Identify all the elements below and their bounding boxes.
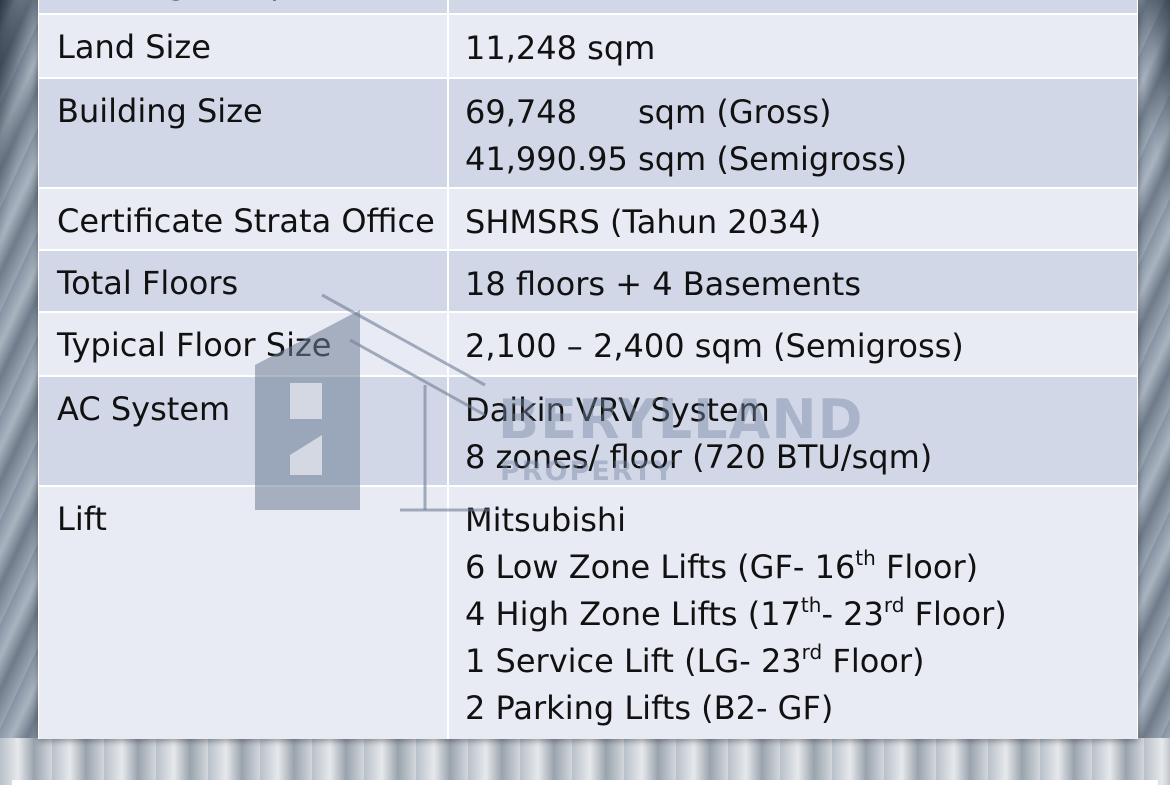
row-value: Mitsubishi 6 Low Zone Lifts (GF- 16th Fl… [465,501,1007,727]
row-value: 69,748 sqm (Gross) 41,990.95 sqm (Semigr… [465,93,908,178]
row-value: 11,248 sqm [465,29,656,67]
background-floor [0,738,1170,785]
watermark-brand: BERYLLAND [498,388,864,451]
row-label: Building Completion [39,0,449,13]
row-label: Typical Floor Size [39,313,449,375]
row-label: AC System [39,377,449,485]
table-row: Building Size 69,748 sqm (Gross) 41,990.… [39,79,1137,189]
bottom-strip [12,780,1158,785]
building-spec-table: Building Completion 2024 Land Size 11,24… [38,0,1138,739]
table-row: Lift Mitsubishi 6 Low Zone Lifts (GF- 16… [39,487,1137,739]
table-row: Certificate Strata Office SHMSRS (Tahun … [39,189,1137,251]
row-value: SHMSRS (Tahun 2034) [465,203,822,241]
table-row: Total Floors 18 floors + 4 Basements [39,251,1137,313]
row-label: Land Size [39,15,449,77]
row-label: Building Size [39,79,449,187]
watermark-sub: PROPERTY [500,456,676,487]
table-row: Building Completion 2024 [39,0,1137,15]
row-value: 18 floors + 4 Basements [465,265,861,303]
row-label: Total Floors [39,251,449,311]
table-row: Land Size 11,248 sqm [39,15,1137,79]
row-label: Certificate Strata Office [39,189,449,249]
row-value: 2024 [449,0,1137,13]
row-value: 2,100 – 2,400 sqm (Semigross) [465,327,964,365]
table-row: Typical Floor Size 2,100 – 2,400 sqm (Se… [39,313,1137,377]
row-label: Lift [39,487,449,739]
